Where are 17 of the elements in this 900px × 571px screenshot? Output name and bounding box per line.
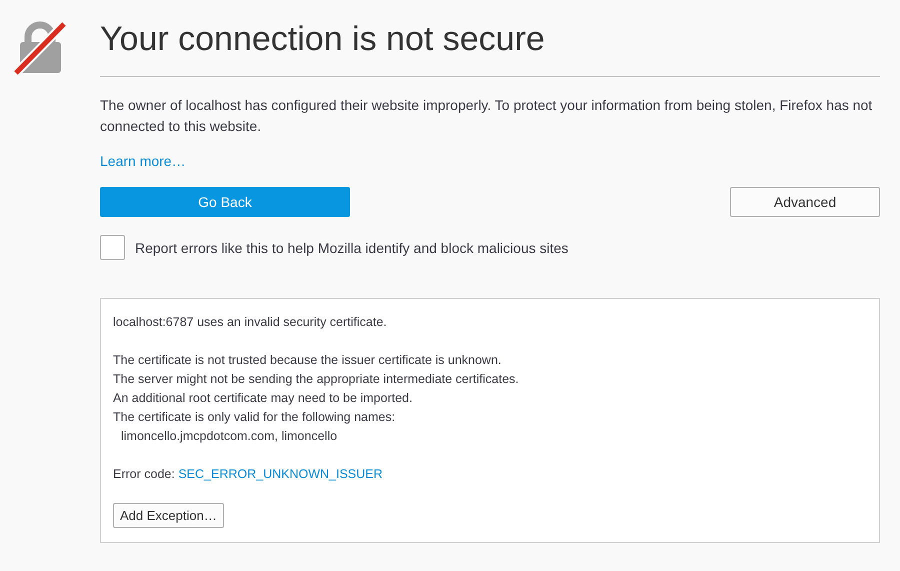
- error-code-link[interactable]: SEC_ERROR_UNKNOWN_ISSUER: [178, 467, 383, 481]
- report-checkbox[interactable]: [100, 235, 125, 260]
- page-title: Your connection is not secure: [100, 20, 546, 60]
- advanced-button[interactable]: Advanced: [730, 187, 880, 217]
- learn-more-link[interactable]: Learn more…: [100, 153, 186, 169]
- broken-lock-icon: [12, 20, 68, 76]
- error-description: The owner of localhost has configured their website improperly. To protect your information from being stolen, Firefox has not connected to this website.: [100, 96, 874, 136]
- explanation-line: The certificate is not trusted because the issuer certificate is unknown.: [113, 352, 502, 369]
- report-checkbox-label: Report errors like this to help Mozilla identify and block malicious sites: [135, 240, 568, 256]
- explanation-line: The certificate is only valid for the following names:: [113, 409, 396, 426]
- certificate-summary: localhost:6787 uses an invalid security certificate.: [113, 314, 388, 331]
- explanation-line: The server might not be sending the appropriate intermediate certificates.: [113, 371, 520, 388]
- valid-names: limoncello.jmcpdotcom.com, limoncello: [120, 428, 338, 445]
- add-exception-button[interactable]: Add Exception…: [113, 503, 224, 528]
- error-code-label: Error code:: [113, 467, 175, 481]
- explanation-line: An additional root certificate may need to be imported.: [113, 390, 414, 407]
- go-back-button[interactable]: Go Back: [100, 187, 350, 217]
